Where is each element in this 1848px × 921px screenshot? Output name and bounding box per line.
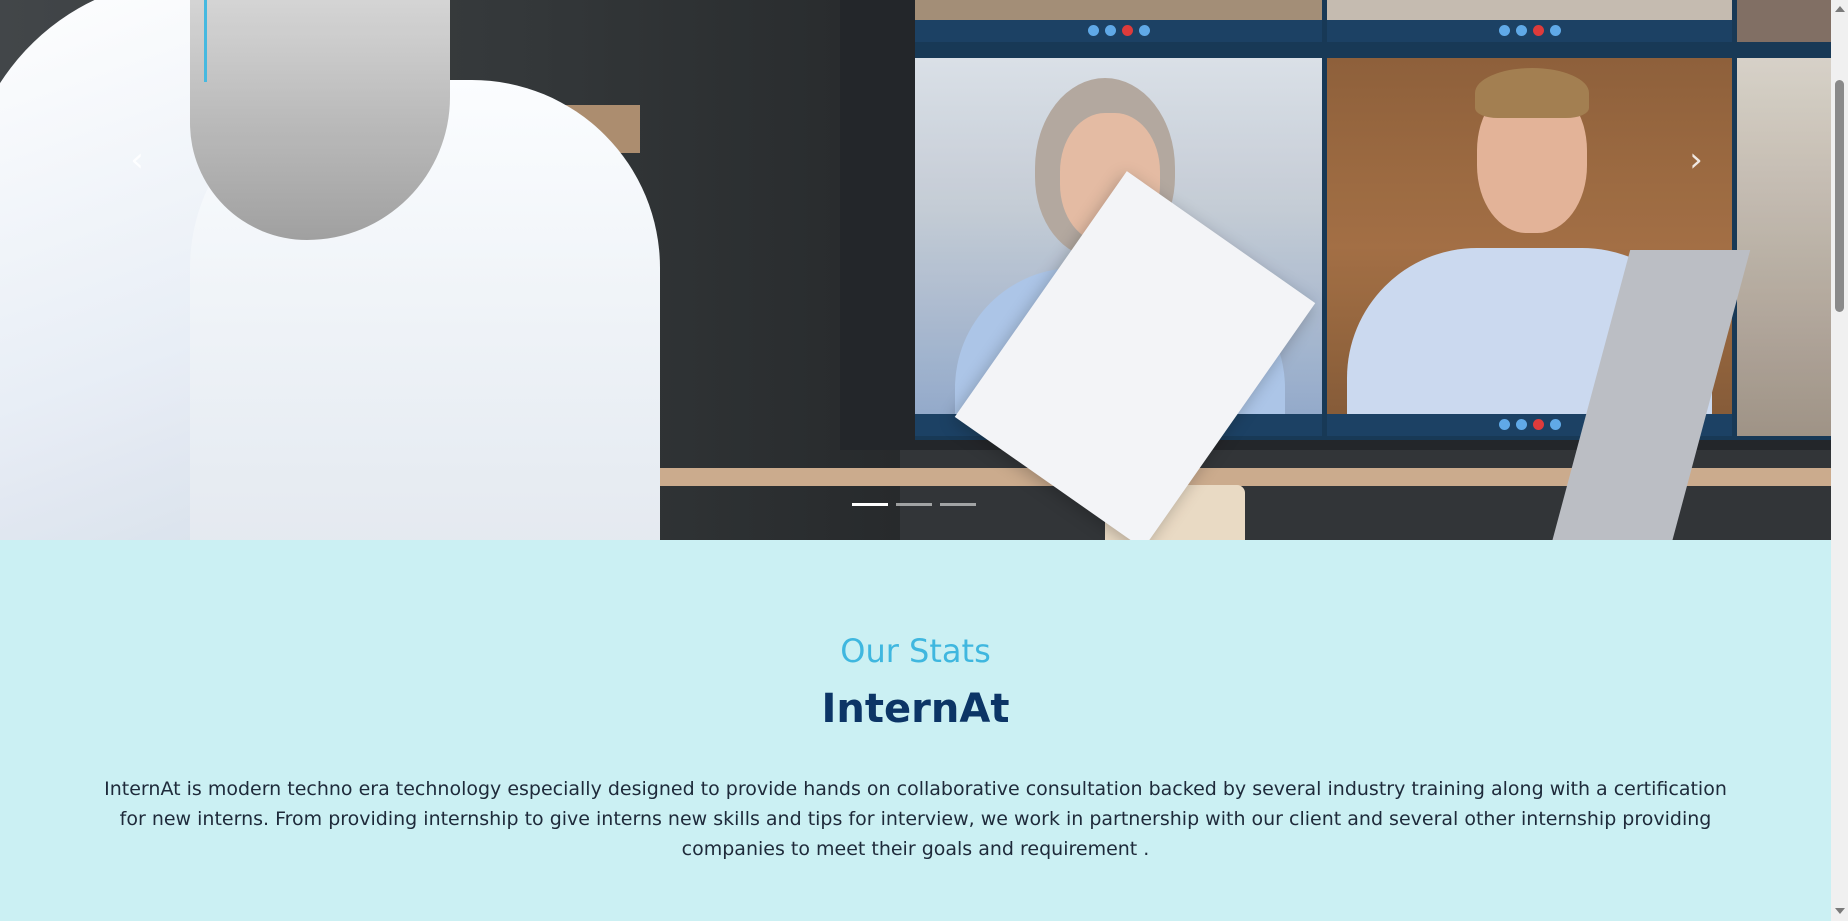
scroll-down-arrow-icon[interactable] — [1835, 908, 1845, 914]
section-description: InternAt is modern techno era technology… — [104, 778, 1727, 860]
carousel-prev-button[interactable]: ‹ — [117, 140, 157, 180]
carousel-indicator-1[interactable] — [852, 503, 888, 506]
carousel-indicator-2[interactable] — [896, 503, 932, 506]
page: ‹ › Our Stats InternAt InternAt is moder… — [0, 0, 1831, 921]
chevron-left-icon: ‹ — [130, 140, 144, 180]
carousel-indicator-3[interactable] — [940, 503, 976, 506]
scroll-up-arrow-icon[interactable] — [1835, 6, 1845, 12]
carousel-slide-image — [0, 0, 1831, 540]
carousel-next-button[interactable]: › — [1676, 140, 1716, 180]
vertical-scrollbar[interactable] — [1831, 0, 1848, 921]
section-eyebrow: Our Stats — [840, 632, 991, 670]
stats-section: Our Stats InternAt InternAt is modern te… — [0, 540, 1831, 921]
section-title: InternAt — [821, 686, 1010, 732]
carousel-indicators — [852, 503, 976, 506]
hero-carousel: ‹ › — [0, 0, 1831, 540]
scrollbar-thumb[interactable] — [1835, 80, 1844, 312]
chevron-right-icon: › — [1689, 140, 1703, 180]
